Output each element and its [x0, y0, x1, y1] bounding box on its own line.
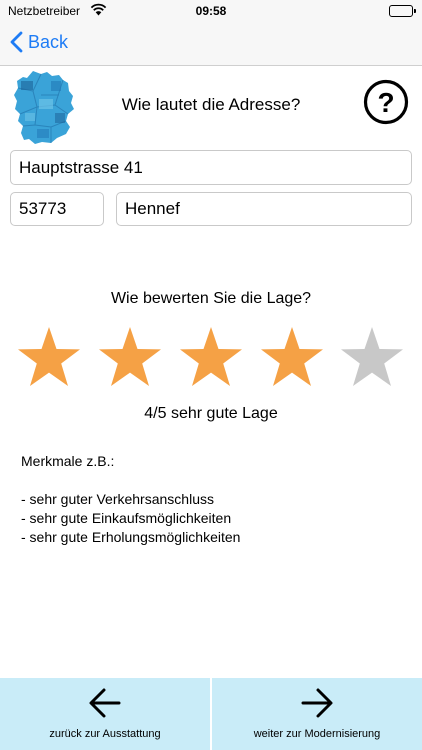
- page-title: Wie lautet die Adresse?: [121, 95, 301, 114]
- back-button[interactable]: Back: [10, 31, 68, 53]
- clock: 09:58: [195, 4, 227, 18]
- question-circle-icon: ?: [363, 79, 409, 125]
- rating-question: Wie bewerten Sie die Lage?: [110, 290, 312, 307]
- street-field[interactable]: Hauptstrasse 41: [10, 150, 412, 185]
- features-heading: Merkmale z.B.:: [21, 453, 115, 469]
- star-3[interactable]: [179, 326, 243, 388]
- help-symbol: ?: [377, 87, 394, 118]
- next-step-label: weiter zur Modernisierung: [253, 728, 381, 740]
- city-field[interactable]: Hennef: [116, 192, 412, 226]
- back-button-label: Back: [28, 31, 69, 52]
- feature-item: - sehr guter Verkehrsanschluss: [21, 491, 214, 507]
- status-bar: Netzbetreiber 09:58: [0, 0, 422, 22]
- arrow-right-icon: [301, 688, 333, 718]
- star-4[interactable]: [260, 326, 324, 388]
- zip-field[interactable]: 53773: [10, 192, 104, 226]
- star-5[interactable]: [340, 326, 404, 388]
- star-1[interactable]: [17, 326, 81, 388]
- previous-step-button[interactable]: zurück zur Ausstattung: [0, 678, 210, 750]
- features-list: Merkmale z.B.: - sehr guter Verkehrsansc…: [21, 452, 240, 547]
- star-2[interactable]: [98, 326, 162, 388]
- previous-step-label: zurück zur Ausstattung: [49, 728, 161, 740]
- help-button[interactable]: ?: [363, 79, 409, 125]
- battery-icon: [389, 5, 416, 17]
- rating-result-text: 4/5 sehr gute Lage: [144, 405, 278, 422]
- feature-item: - sehr gute Erholungsmöglichkeiten: [21, 529, 241, 545]
- arrow-left-icon: [89, 688, 121, 718]
- bottom-navigation: zurück zur Ausstattung weiter zur Modern…: [0, 678, 422, 750]
- chevron-left-icon: [10, 31, 23, 53]
- navigation-bar: Back: [0, 22, 422, 66]
- star-rating: [17, 326, 407, 390]
- next-step-button[interactable]: weiter zur Modernisierung: [212, 678, 422, 750]
- feature-item: - sehr gute Einkaufsmöglichkeiten: [21, 510, 232, 526]
